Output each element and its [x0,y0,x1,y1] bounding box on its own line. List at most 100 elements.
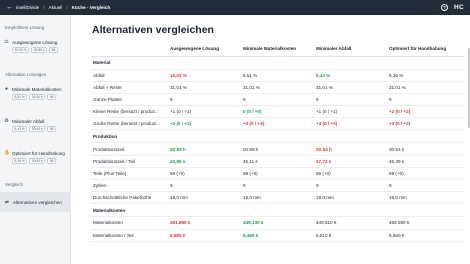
table-cell: +3 (0 / +3) [241,117,314,131]
breadcrumb: intelliDivide / Aktuell / Küche - Vergle… [16,5,110,10]
table-row: Teile (Plus Teile) 69 (+0) 69 (+0) 69 (+0) 6… [91,167,464,181]
section-title-compare: Vergleich [5,182,24,187]
table-cell: 69 (+0) [241,167,314,181]
table-cell: 00:53 h [387,142,464,156]
section-row: Produktion [91,129,464,144]
table-row: Abfall + Reste 31,01 % 31,01 % 31,01 % 31,01… [91,81,464,94]
hand-icon: ✋ [4,150,11,156]
parts-badge: 68 [49,47,58,53]
sidebar-item-handling[interactable]: ✋ Optimiert für Handhabung 6,36 % 00:53 … [4,150,67,164]
table-row: Ganze Platten 9 9 9 9 [91,93,464,107]
time-badge: 00:50 h [31,47,48,53]
table-cell: +2 (0 / +2) [387,105,464,119]
compare-icon: ⇄ [5,199,9,204]
table-cell: 9 [387,179,464,193]
sidebar-item-min-cost[interactable]: ● Minimale Materialkosten 6,51 % 01:00 h… [4,86,67,100]
table-cell: 00:54 h [314,142,387,156]
section-row: Material [91,56,464,70]
table-row: Durchschnittliche Pakethöhe 19,0 mm 19,0 m… [91,191,464,205]
section-title: Material [91,56,168,70]
column-header [91,42,168,57]
section-title-alternatives: Alternative Lösungen [5,72,47,77]
top-bar: ← intelliDivide / Aktuell / Küche - Verg… [0,0,470,15]
sidebar: Empfohlene Lösung ⚖ Ausgewogene Lösung 1… [0,15,71,264]
sidebar-item-min-waste[interactable]: ♻ Minimaler Abfall 6,43 % 00:54 h 68 [4,118,67,132]
help-circle-icon[interactable]: ? [441,4,448,11]
table-cell: 9 [314,179,387,193]
table-cell: +1 (0 / +1) [168,105,241,119]
table-cell [387,203,464,218]
row-label: Große Reste (benutzt / produzi... [91,117,168,131]
parts-badge: 68 [47,126,56,132]
table-cell: 47,72 s [314,155,387,168]
section-title-recommended: Empfohlene Lösung [5,25,45,30]
table-cell: 00:50 h [168,142,241,156]
parts-badge: 68 [47,94,56,100]
table-cell: +3 (0 / +3) [387,117,464,131]
table-cell: 19,0 mm [314,191,387,205]
table-cell [168,203,241,218]
breadcrumb-folder[interactable]: Aktuell [49,5,63,10]
waste-badge: 10,03 % [12,47,30,53]
sidebar-item-compare[interactable]: ⇄ Alternativen vergleichen [0,192,71,212]
breadcrumb-separator: / [66,5,68,10]
table-cell: 449,510 € [314,216,387,230]
row-label: Ganze Platten [91,93,168,107]
breadcrumb-separator: / [43,5,45,10]
page-title: Alternativen vergleichen [92,24,214,36]
breadcrumb-current: Küche - Vergleich [71,5,111,10]
table-cell: 6,510 € [314,229,387,242]
arrow-left-icon[interactable]: ← [6,4,16,11]
balance-icon: ⚖ [4,39,9,45]
table-cell [241,56,314,70]
table-cell [168,56,241,70]
sidebar-item-balanced[interactable]: ⚖ Ausgewogene Lösung 10,03 % 00:50 h 68 [4,39,67,53]
time-badge: 00:54 h [29,126,46,132]
sidebar-item-label: Alternativen vergleichen [12,199,62,205]
table-row: Materialkosten 461,660 €449,130 €449,510 … [91,216,464,230]
table-cell: 46,11 s [241,155,314,168]
table-cell: 19,0 mm [168,191,241,205]
row-label: Kleine Reste (benutzt / produz... [91,105,168,119]
table-cell: +1 (0 / +1) [314,105,387,119]
table-cell: 449,130 € [241,216,314,230]
table-cell: 0 (0 / +0) [241,105,314,119]
table-row: Materialkosten / Teil 6,690 €6,490 €6,510… [91,229,464,242]
comparison-table: Ausgewogene Lösung Minimale Materialkost… [91,42,464,242]
table-cell: +3 (0 / +3) [314,117,387,131]
table-cell: 69 (+0) [314,167,387,181]
row-label: Zyklen [91,179,168,193]
table-cell [314,56,387,70]
table-cell: 6,51 % [241,69,314,82]
table-cell [168,129,241,144]
table-cell: 9 [314,93,387,107]
row-label: Materialkosten / Teil [91,229,168,242]
table-cell: 6,36 % [387,69,464,82]
column-header: Optimiert für Handhabung [387,42,464,57]
table-cell [387,129,464,144]
table-header-row: Ausgewogene Lösung Minimale Materialkost… [91,42,464,57]
row-label: Durchschnittliche Pakethöhe [91,191,168,205]
breadcrumb-app[interactable]: intelliDivide [16,5,39,10]
section-title: Produktion [91,129,168,144]
table-cell [241,203,314,218]
table-cell: 46,39 s [387,155,464,168]
table-cell: 9 [387,93,464,107]
column-header: Minimale Materialkosten [241,42,314,57]
table-row: Abfall 10,03 % 6,51 % 6,43 % 6,36 % [91,69,464,82]
table-cell: 43,96 s [168,155,241,168]
main-content: Alternativen vergleichen Ausgewogene Lös… [71,15,470,264]
table-cell: 9 [168,179,241,193]
table-cell: 9 [241,93,314,107]
section-title: Materialkosten [91,203,168,218]
table-cell: 00:59 h [241,142,314,156]
brand-logo: HC [454,4,464,11]
row-label: Abfall [91,69,168,82]
table-cell: 69 (+0) [387,167,464,181]
table-cell: 6,660 € [387,229,464,242]
sidebar-item-label: Minimaler Abfall [12,118,45,124]
sidebar-item-label: Optimiert für Handhabung [12,150,65,156]
section-row: Materialkosten [91,203,464,218]
table-cell: 19,0 mm [387,191,464,205]
column-header: Ausgewogene Lösung [168,42,241,57]
